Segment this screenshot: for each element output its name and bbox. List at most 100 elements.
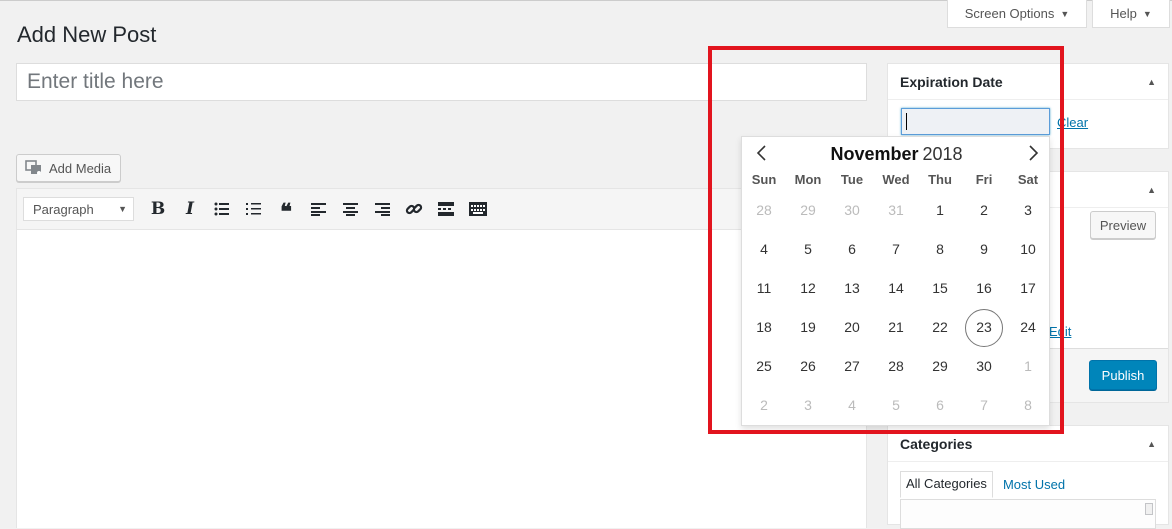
- screen-options-label: Screen Options: [964, 6, 1055, 21]
- preview-button[interactable]: Preview: [1090, 211, 1156, 239]
- calendar-day[interactable]: 3: [786, 386, 830, 425]
- weekday-label: Wed: [882, 172, 910, 187]
- calendar-day[interactable]: 2: [962, 191, 1006, 230]
- calendar-day[interactable]: 3: [1006, 191, 1050, 230]
- calendar-day[interactable]: 25: [742, 347, 786, 386]
- weekday-label: Sat: [1017, 172, 1039, 187]
- editor-content-area[interactable]: [17, 230, 866, 528]
- numbered-list-icon: [246, 203, 261, 215]
- date-picker-calendar: November 2018 Sun Mon Tue Wed Thu Fri Sat 28 29 30…: [741, 136, 1050, 426]
- text-cursor: [906, 113, 907, 130]
- tab-most-used[interactable]: Most Used: [993, 473, 1077, 498]
- chevron-right-icon: [1029, 145, 1039, 161]
- calendar-day[interactable]: 9: [962, 230, 1006, 269]
- calendar-day-today[interactable]: 23: [962, 308, 1006, 347]
- calendar-year[interactable]: 2018: [922, 144, 962, 164]
- post-editor: Paragraph ▼ B I ❝: [16, 188, 867, 528]
- calendar-day[interactable]: 27: [830, 347, 874, 386]
- edit-link[interactable]: Edit: [1049, 324, 1071, 339]
- calendar-day[interactable]: 6: [830, 230, 874, 269]
- calendar-month[interactable]: November: [830, 144, 918, 164]
- read-more-button[interactable]: [430, 195, 462, 223]
- calendar-day[interactable]: 4: [830, 386, 874, 425]
- caret-down-icon: ▼: [118, 204, 127, 214]
- calendar-day[interactable]: 13: [830, 269, 874, 308]
- calendar-day[interactable]: 7: [962, 386, 1006, 425]
- read-more-icon: [438, 202, 454, 216]
- tab-all-categories[interactable]: All Categories: [900, 471, 993, 498]
- expiration-date-header[interactable]: Expiration Date ▲: [888, 64, 1168, 100]
- calendar-day[interactable]: 15: [918, 269, 962, 308]
- calendar-day[interactable]: 29: [918, 347, 962, 386]
- align-center-button[interactable]: [334, 195, 366, 223]
- blockquote-button[interactable]: ❝: [270, 195, 302, 223]
- page-title: Add New Post: [17, 22, 157, 47]
- align-right-button[interactable]: [366, 195, 398, 223]
- weekday-label: Mon: [794, 172, 822, 187]
- weekday-label: Tue: [840, 172, 864, 187]
- calendar-day[interactable]: 20: [830, 308, 874, 347]
- calendar-day[interactable]: 5: [874, 386, 918, 425]
- calendar-day[interactable]: 16: [962, 269, 1006, 308]
- publish-button[interactable]: Publish: [1089, 360, 1157, 390]
- calendar-day[interactable]: 18: [742, 308, 786, 347]
- help-label: Help: [1110, 6, 1137, 21]
- align-center-icon: [342, 202, 358, 216]
- link-icon: [405, 203, 423, 215]
- format-select[interactable]: Paragraph ▼: [23, 197, 134, 221]
- calendar-day[interactable]: 1: [1006, 347, 1050, 386]
- calendar-day[interactable]: 7: [874, 230, 918, 269]
- calendar-day[interactable]: 29: [786, 191, 830, 230]
- calendar-header: November 2018: [742, 137, 1051, 171]
- collapse-arrow-icon[interactable]: ▲: [1147, 185, 1156, 195]
- post-title-input[interactable]: [16, 63, 867, 101]
- keyboard-icon: [469, 202, 487, 216]
- calendar-day[interactable]: 2: [742, 386, 786, 425]
- collapse-arrow-icon[interactable]: ▲: [1147, 77, 1156, 87]
- calendar-day[interactable]: 30: [830, 191, 874, 230]
- calendar-day[interactable]: 26: [786, 347, 830, 386]
- toolbar-toggle-button[interactable]: [462, 195, 494, 223]
- add-media-button[interactable]: Add Media: [16, 154, 121, 182]
- weekday-label: Thu: [928, 172, 952, 187]
- link-button[interactable]: [398, 195, 430, 223]
- calendar-day[interactable]: 30: [962, 347, 1006, 386]
- calendar-day[interactable]: 5: [786, 230, 830, 269]
- add-media-label: Add Media: [49, 160, 112, 176]
- calendar-day[interactable]: 8: [918, 230, 962, 269]
- bulleted-list-button[interactable]: [206, 195, 238, 223]
- calendar-day[interactable]: 21: [874, 308, 918, 347]
- italic-button[interactable]: I: [174, 195, 206, 223]
- next-month-button[interactable]: [1023, 143, 1043, 163]
- categories-box: Categories ▲ All Categories Most Used: [887, 425, 1169, 529]
- collapse-arrow-icon[interactable]: ▲: [1147, 439, 1156, 449]
- help-tab[interactable]: Help ▼: [1092, 0, 1170, 28]
- scrollbar[interactable]: [1145, 503, 1153, 515]
- calendar-day[interactable]: 4: [742, 230, 786, 269]
- numbered-list-button[interactable]: [238, 195, 270, 223]
- calendar-day[interactable]: 22: [918, 308, 962, 347]
- format-select-value: Paragraph: [33, 201, 94, 217]
- screen-options-tab[interactable]: Screen Options ▼: [947, 0, 1087, 28]
- calendar-day[interactable]: 17: [1006, 269, 1050, 308]
- clear-link[interactable]: Clear: [1057, 115, 1088, 130]
- calendar-day[interactable]: 12: [786, 269, 830, 308]
- calendar-day[interactable]: 28: [874, 347, 918, 386]
- align-left-button[interactable]: [302, 195, 334, 223]
- categories-heading: Categories: [900, 435, 973, 452]
- category-list[interactable]: [900, 499, 1156, 529]
- calendar-day[interactable]: 24: [1006, 308, 1050, 347]
- calendar-day[interactable]: 28: [742, 191, 786, 230]
- bold-button[interactable]: B: [142, 195, 174, 223]
- calendar-day[interactable]: 1: [918, 191, 962, 230]
- expiration-date-input[interactable]: [901, 108, 1050, 135]
- weekday-label: Sun: [751, 172, 777, 187]
- categories-header[interactable]: Categories ▲: [888, 426, 1168, 462]
- calendar-day[interactable]: 10: [1006, 230, 1050, 269]
- calendar-day[interactable]: 14: [874, 269, 918, 308]
- calendar-day[interactable]: 19: [786, 308, 830, 347]
- calendar-day[interactable]: 6: [918, 386, 962, 425]
- calendar-day[interactable]: 31: [874, 191, 918, 230]
- calendar-day[interactable]: 8: [1006, 386, 1050, 425]
- calendar-day[interactable]: 11: [742, 269, 786, 308]
